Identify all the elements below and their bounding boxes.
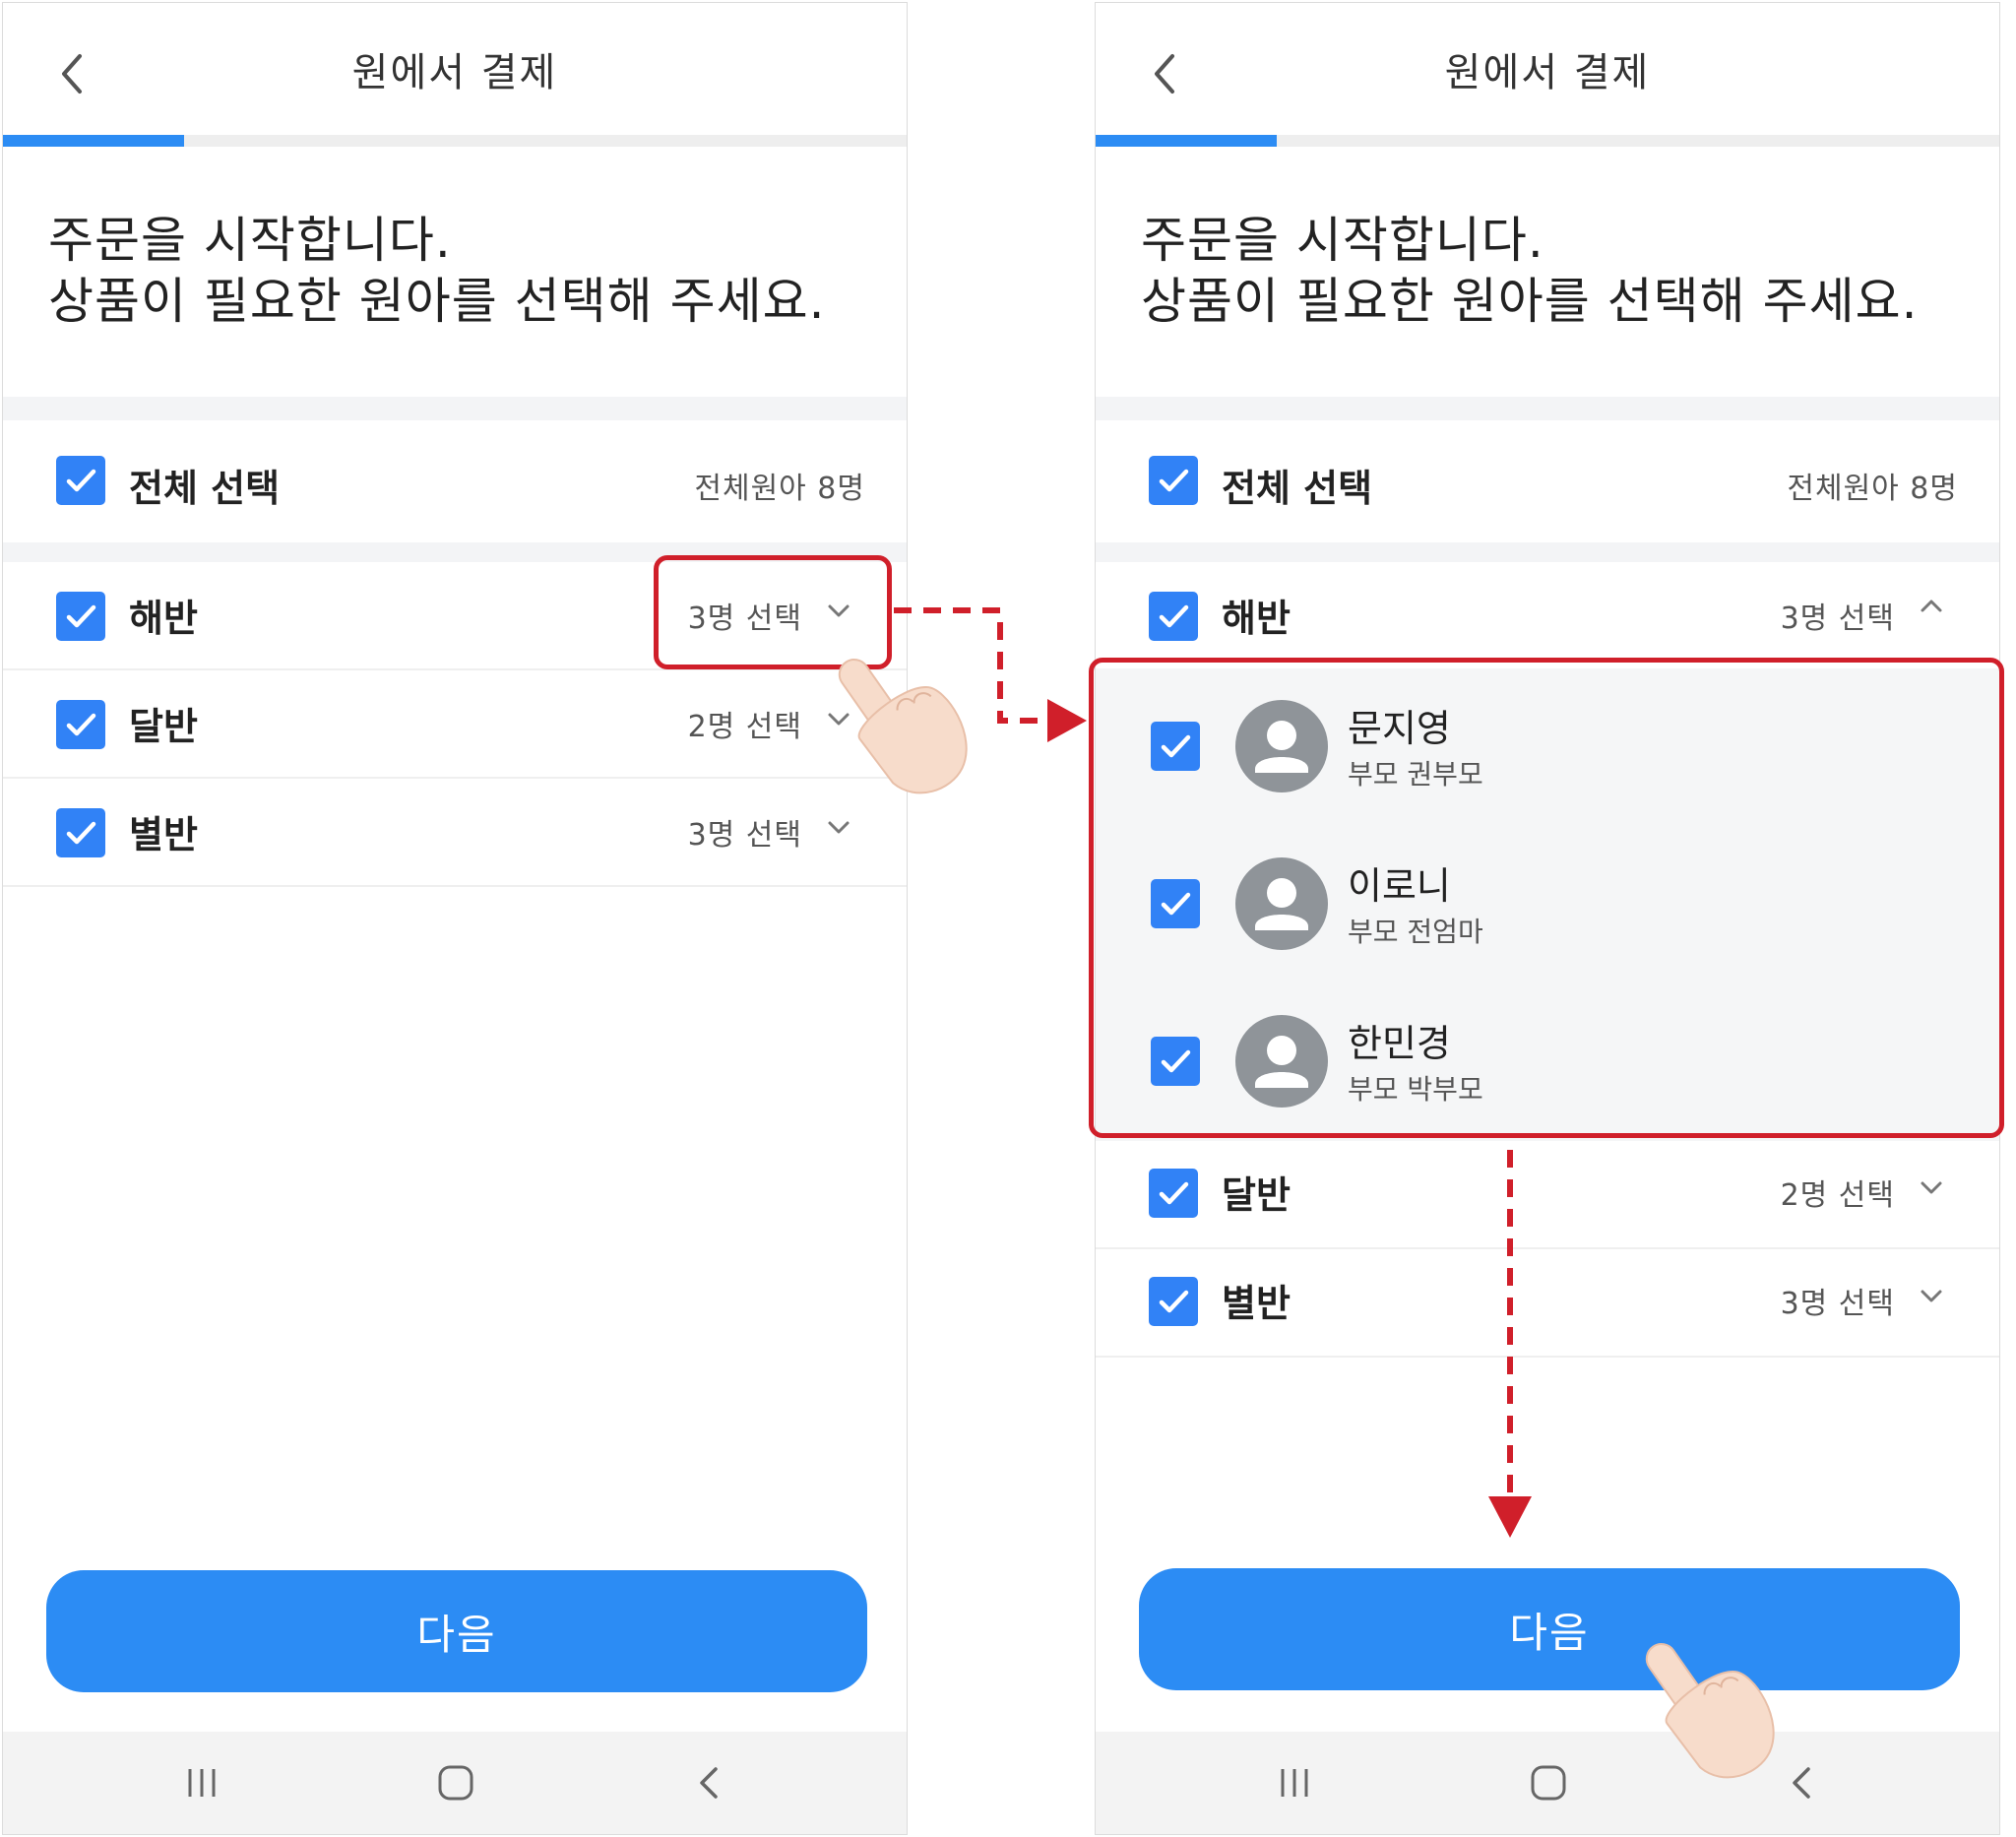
selected-count[interactable]: 3명 선택 xyxy=(1781,594,1895,637)
phone-screen-before: 원에서 결제 주문을 시작합니다. 상품이 필요한 원아를 선택해 주세요. 전… xyxy=(2,2,908,1835)
class-row-sun-expanded[interactable]: 해반 3명 선택 xyxy=(1096,562,1999,668)
chevron-down-icon[interactable] xyxy=(1917,1172,1946,1202)
class-label: 달반 xyxy=(129,705,198,748)
section-divider xyxy=(1096,397,1999,420)
check-icon xyxy=(1159,604,1189,628)
progress-bar xyxy=(3,135,907,147)
check-icon xyxy=(66,713,96,736)
class-label: 별반 xyxy=(1222,1282,1291,1325)
class-row-moon[interactable]: 달반 2명 선택 xyxy=(1096,1141,1999,1249)
back-icon[interactable] xyxy=(688,1761,731,1805)
check-icon xyxy=(1159,1181,1189,1205)
progress-bar xyxy=(1096,135,1999,147)
progress-fill xyxy=(1096,135,1277,147)
recent-apps-icon[interactable] xyxy=(180,1761,223,1805)
check-icon xyxy=(66,604,96,628)
section-divider xyxy=(1096,542,1999,562)
selected-count[interactable]: 2명 선택 xyxy=(1781,1171,1895,1214)
total-children-count: 전체원아 8명 xyxy=(1787,472,1958,506)
class-checkbox[interactable] xyxy=(1149,1277,1198,1326)
select-all-row[interactable]: 전체 선택 전체원아 8명 xyxy=(3,420,907,542)
class-row-star[interactable]: 별반 3명 선택 xyxy=(1096,1249,1999,1358)
chevron-down-icon[interactable] xyxy=(1917,1281,1946,1310)
class-label: 해반 xyxy=(1222,597,1291,640)
check-icon xyxy=(66,821,96,845)
class-checkbox[interactable] xyxy=(56,592,105,641)
class-checkbox[interactable] xyxy=(1149,592,1198,641)
selected-count[interactable]: 3명 선택 xyxy=(1781,1279,1895,1322)
intro-line-2: 상품이 필요한 원아를 선택해 주세요. xyxy=(1141,273,1919,330)
intro-line-1: 주문을 시작합니다. xyxy=(48,212,452,269)
class-checkbox[interactable] xyxy=(1149,1169,1198,1218)
home-icon[interactable] xyxy=(1527,1761,1570,1805)
class-label: 달반 xyxy=(1222,1173,1291,1217)
highlight-box-member-list xyxy=(1089,658,2004,1138)
total-children-count: 전체원아 8명 xyxy=(694,472,865,506)
android-nav-bar xyxy=(3,1732,907,1834)
class-checkbox[interactable] xyxy=(56,700,105,749)
class-checkbox[interactable] xyxy=(56,808,105,857)
intro-text: 주문을 시작합니다. 상품이 필요한 원아를 선택해 주세요. xyxy=(1141,210,1918,332)
check-icon xyxy=(1159,469,1189,492)
select-all-checkbox[interactable] xyxy=(56,456,105,505)
select-all-label: 전체 선택 xyxy=(129,467,281,510)
intro-line-1: 주문을 시작합니다. xyxy=(1141,212,1544,269)
arrow-head-right-icon xyxy=(1047,699,1087,742)
select-all-checkbox[interactable] xyxy=(1149,456,1198,505)
page-title: 원에서 결제 xyxy=(351,50,558,95)
home-icon[interactable] xyxy=(434,1761,477,1805)
header: 원에서 결제 xyxy=(1096,3,1999,137)
android-nav-bar xyxy=(1096,1732,1999,1834)
tap-hand-icon xyxy=(1645,1643,1775,1779)
class-row-star[interactable]: 별반 3명 선택 xyxy=(3,779,907,887)
recent-apps-icon[interactable] xyxy=(1273,1761,1316,1805)
class-label: 해반 xyxy=(129,597,198,640)
class-label: 별반 xyxy=(129,813,198,856)
class-row-moon[interactable]: 달반 2명 선택 xyxy=(3,670,907,779)
select-all-row[interactable]: 전체 선택 전체원아 8명 xyxy=(1096,420,1999,542)
progress-fill xyxy=(3,135,184,147)
select-all-label: 전체 선택 xyxy=(1222,467,1373,510)
intro-line-2: 상품이 필요한 원아를 선택해 주세요. xyxy=(48,273,826,330)
tap-hand-icon xyxy=(838,659,968,794)
section-divider xyxy=(3,397,907,420)
page-title: 원에서 결제 xyxy=(1444,50,1651,95)
selected-count[interactable]: 3명 선택 xyxy=(688,810,802,854)
next-button[interactable]: 다음 xyxy=(46,1570,867,1692)
next-button[interactable]: 다음 xyxy=(1139,1568,1960,1690)
check-icon xyxy=(66,469,96,492)
header: 원에서 결제 xyxy=(3,3,907,137)
check-icon xyxy=(1159,1290,1189,1313)
chevron-up-icon[interactable] xyxy=(1917,592,1946,621)
intro-text: 주문을 시작합니다. 상품이 필요한 원아를 선택해 주세요. xyxy=(48,210,825,332)
selected-count[interactable]: 2명 선택 xyxy=(688,702,802,745)
